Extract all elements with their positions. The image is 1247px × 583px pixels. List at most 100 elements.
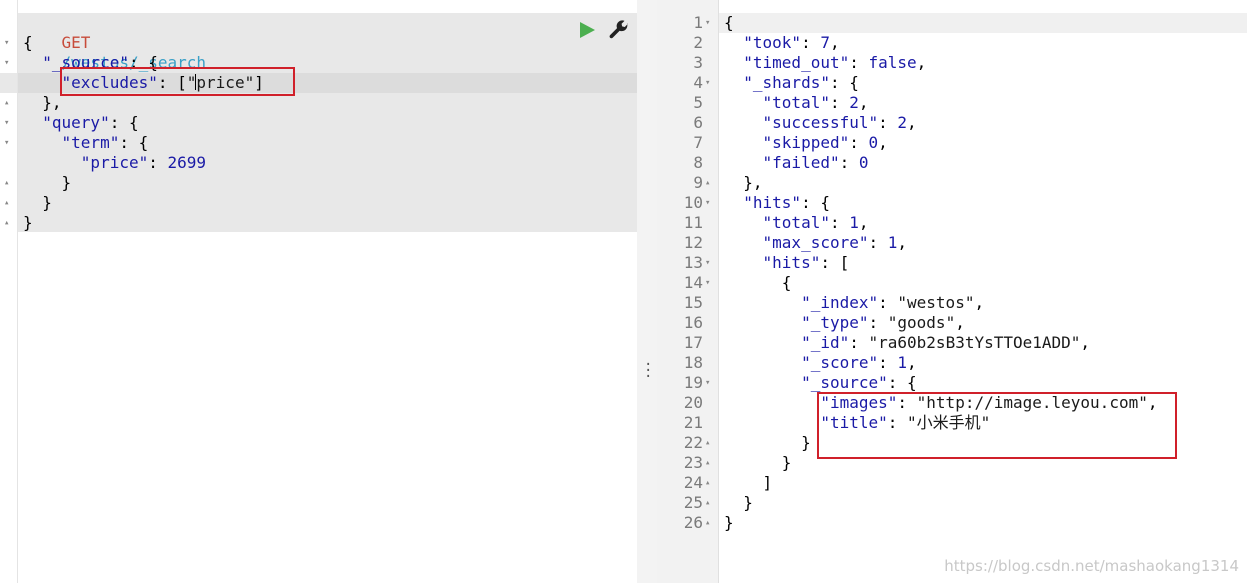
code-token: : [868,233,888,252]
response-code-line: } [724,453,792,473]
fold-close-icon[interactable]: ▴ [4,193,9,213]
code-token: "term" [61,133,120,152]
request-code-line[interactable]: } [23,193,52,213]
fold-open-icon[interactable]: ▾ [705,253,715,273]
code-token: : [839,153,859,172]
fold-open-icon[interactable]: ▾ [705,13,715,33]
line-number: 14 [683,273,703,292]
fold-close-icon[interactable]: ▴ [705,473,715,493]
code-token: "took" [743,33,802,52]
line-number: 12 [683,233,703,252]
code-token: : [849,333,869,352]
line-number: 22 [683,433,703,452]
response-code-line: "max_score": 1, [724,233,908,253]
code-token: "westos" [897,293,975,312]
code-token: 2699 [167,153,207,172]
line-number: 8 [693,153,703,172]
request-code-line[interactable]: { [23,33,33,53]
fold-open-icon[interactable]: ▾ [4,113,9,133]
response-code-line: "images": "http://image.leyou.com", [724,393,1157,413]
code-token: 7 [820,33,830,52]
fold-close-icon[interactable]: ▴ [705,453,715,473]
resize-handle-icon[interactable]: · · · [644,358,652,384]
line-number: 6 [693,113,703,132]
play-icon[interactable] [578,21,596,39]
code-token: "title" [820,413,888,432]
code-token: "total" [762,213,830,232]
request-code-line[interactable]: } [23,173,72,193]
code-token: , [974,293,985,312]
fold-open-icon[interactable]: ▾ [4,133,9,153]
code-token: , [878,133,888,152]
response-code-line: }, [724,173,763,193]
code-token: : [148,153,168,172]
fold-close-icon[interactable]: ▴ [705,433,715,453]
code-token: "_type" [801,313,869,332]
response-code-line: { [724,273,792,293]
code-token: , [858,213,869,232]
code-token: } [23,193,52,212]
code-token: } [23,213,33,232]
code-token: "total" [762,93,830,112]
fold-open-icon[interactable]: ▾ [705,193,715,213]
fold-open-icon[interactable]: ▾ [705,273,715,293]
active-line-gutter [0,73,17,93]
code-token: }, [724,173,763,192]
request-code-line[interactable]: "term": { [23,133,149,153]
code-token: : [868,313,888,332]
fold-open-icon[interactable]: ▾ [705,73,715,93]
code-token: : [801,33,821,52]
wrench-icon[interactable] [608,19,630,41]
response-code-line: "_source": { [724,373,917,393]
code-token: "hits" [762,253,821,272]
fold-close-icon[interactable]: ▴ [705,173,715,193]
request-code-line[interactable]: } [23,213,33,233]
fold-close-icon[interactable]: ▴ [705,513,715,533]
response-code-line: "_type": "goods", [724,313,965,333]
fold-close-icon[interactable]: ▴ [4,93,9,113]
code-token: 0 [858,153,869,172]
response-code-line: "hits": { [724,193,830,213]
code-token: : { [109,113,139,132]
code-token: "timed_out" [743,53,850,72]
code-token: { [23,33,33,52]
code-token: 1 [849,213,859,232]
request-code-line[interactable]: }, [23,93,61,113]
code-token: "query" [42,113,110,132]
request-line[interactable]: GET /westos/_search [23,13,207,72]
code-token: "_id" [801,333,850,352]
response-code-line: "skipped": 0, [724,133,888,153]
response-first-line-highlight [719,13,1247,33]
code-token: , [829,33,840,52]
fold-open-icon[interactable]: ▾ [4,53,9,73]
code-token: "goods" [887,313,956,332]
request-code-line[interactable]: "query": { [23,113,139,133]
response-viewer[interactable]: 1 ▾{2 "took": 7, 3 "timed_out": false, 4 ▾ "… [657,0,1247,583]
code-token: "_index" [801,293,879,312]
fold-open-icon[interactable]: ▾ [705,373,715,393]
request-editor[interactable]: GET /westos/_search { "_source": { "excl… [0,0,637,583]
code-token: 1 [897,353,908,372]
line-number: 5 [693,93,703,112]
code-token: : [829,93,850,112]
fold-close-icon[interactable]: ▴ [4,173,9,193]
code-token: : [887,413,908,432]
fold-close-icon[interactable]: ▴ [705,493,715,513]
line-number: 10 [683,193,703,212]
excludes-highlight-box [60,67,295,96]
line-number: 9 [693,173,703,192]
fold-close-icon[interactable]: ▴ [4,213,9,233]
code-token: { [724,273,792,292]
line-number: 24 [683,473,703,492]
request-code-line[interactable]: "price": 2699 [23,153,206,173]
code-token: { [724,13,734,32]
pane-divider[interactable] [637,0,657,583]
fold-open-icon[interactable]: ▾ [4,33,9,53]
